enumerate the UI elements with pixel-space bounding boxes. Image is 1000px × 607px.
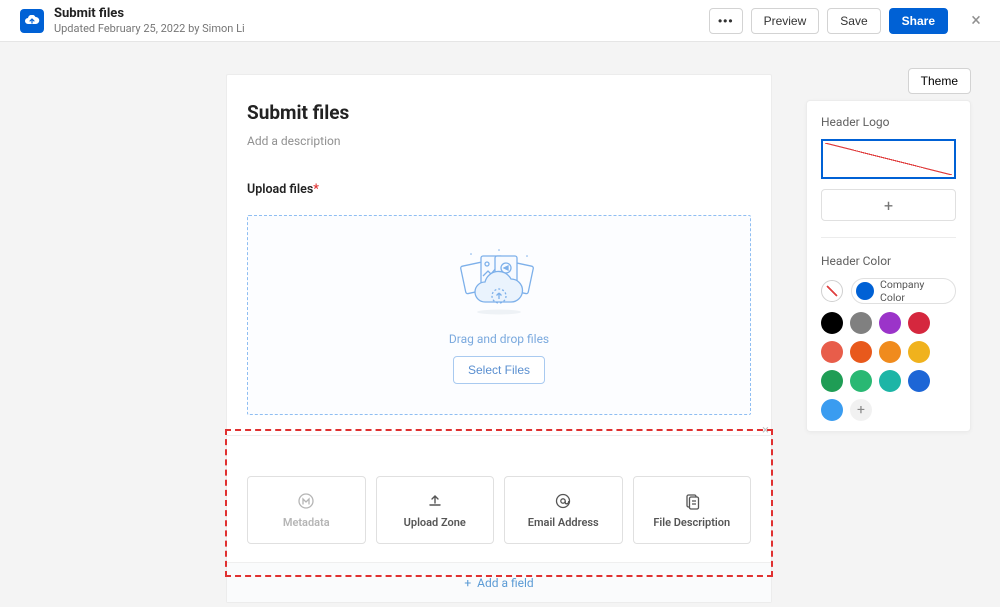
upload-field-label: Upload files* [247, 182, 751, 197]
save-button[interactable]: Save [827, 8, 880, 34]
theme-button[interactable]: Theme [908, 68, 971, 94]
header-color-label: Header Color [821, 254, 956, 268]
field-card-file-description[interactable]: File Description [633, 476, 752, 544]
dropzone-illustration-icon [449, 246, 549, 318]
color-swatch[interactable] [850, 370, 872, 392]
color-swatch[interactable] [850, 341, 872, 363]
color-swatch[interactable] [821, 370, 843, 392]
color-swatch[interactable] [821, 399, 843, 421]
divider [821, 237, 956, 238]
page-subtitle: Updated February 25, 2022 by Simon Li [54, 22, 709, 35]
color-swatch[interactable] [879, 341, 901, 363]
share-button[interactable]: Share [889, 8, 948, 34]
color-swatch[interactable] [821, 312, 843, 334]
color-swatch[interactable] [908, 312, 930, 334]
color-swatch[interactable] [850, 312, 872, 334]
color-swatch[interactable] [908, 370, 930, 392]
more-button[interactable]: ••• [709, 8, 743, 34]
form-card: Submit files Add a description Upload fi… [226, 74, 772, 603]
page-title: Submit files [54, 6, 709, 22]
form-description-placeholder[interactable]: Add a description [247, 134, 751, 148]
color-swatch[interactable] [908, 341, 930, 363]
header-logo-preview[interactable] [821, 139, 956, 179]
dropzone-text: Drag and drop files [449, 332, 549, 346]
color-swatch[interactable] [879, 312, 901, 334]
topbar: Submit files Updated February 25, 2022 b… [0, 0, 1000, 42]
field-picker: × Metadata Upload Zone [227, 435, 771, 602]
theme-panel: Header Logo + Header Color Company Color [806, 100, 971, 432]
add-logo-button[interactable]: + [821, 189, 956, 221]
color-swatch[interactable] [821, 341, 843, 363]
field-card-upload-zone[interactable]: Upload Zone [376, 476, 495, 544]
field-card-email[interactable]: Email Address [504, 476, 623, 544]
company-color-option[interactable]: Company Color [851, 278, 956, 304]
upload-icon [426, 492, 444, 510]
header-logo-label: Header Logo [821, 115, 956, 129]
upload-dropzone[interactable]: Drag and drop files Select Files [247, 215, 751, 415]
app-cloud-icon [20, 9, 44, 33]
file-description-icon [683, 492, 701, 510]
metadata-icon [297, 492, 315, 510]
color-swatch[interactable] [879, 370, 901, 392]
at-icon [554, 492, 572, 510]
form-title[interactable]: Submit files [247, 101, 751, 124]
select-files-button[interactable]: Select Files [453, 356, 545, 384]
add-field-button[interactable]: + Add a field [227, 562, 771, 602]
color-none-swatch[interactable] [821, 280, 843, 302]
preview-button[interactable]: Preview [751, 8, 820, 34]
field-card-metadata[interactable]: Metadata [247, 476, 366, 544]
required-asterisk: * [313, 182, 319, 197]
canvas: Submit files Add a description Upload fi… [0, 42, 1000, 607]
company-color-swatch [856, 282, 874, 300]
add-color-swatch[interactable]: + [850, 399, 872, 421]
color-grid: + [821, 312, 956, 421]
plus-icon: + [464, 576, 471, 590]
close-field-picker-icon[interactable]: × [753, 418, 773, 438]
close-icon[interactable]: × [962, 7, 990, 35]
